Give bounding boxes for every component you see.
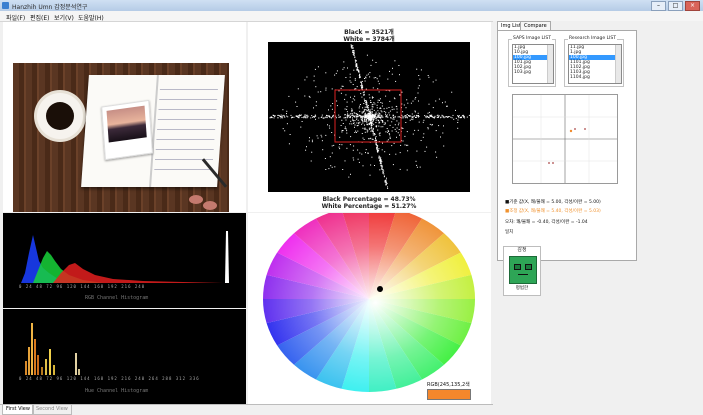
research-image-list[interactable]: 11.jpg 1.jpg 100.jpg 1101.jpg 1102.jpg 1103.j…	[568, 44, 622, 84]
hue-histogram-caption: Hue Channel Histogram	[85, 388, 149, 394]
original-image-pane	[3, 22, 246, 212]
face-mouth	[518, 274, 528, 275]
maximize-button[interactable]: □	[668, 1, 683, 11]
leaf	[203, 201, 217, 210]
emotion-result: 평범한	[515, 286, 529, 291]
face-left-eye	[514, 264, 521, 270]
fft-spectrum	[268, 42, 470, 192]
white-percentage: White Percentage = 51.27%	[321, 203, 417, 210]
saps-image-list[interactable]: 1.jpg 10.jpg 100.jpg 101.jpg 102.jpg 103.jpg	[512, 44, 554, 84]
rgb-histogram-chart	[21, 231, 229, 283]
saps-scrollbar[interactable]	[547, 45, 553, 83]
rgb-histogram-caption: RGB Channel Histogram	[85, 295, 149, 301]
open-notebook	[81, 75, 225, 187]
saps-group-label: SAPS Image LIST	[512, 36, 552, 41]
color-swatch	[427, 389, 471, 400]
ref-point	[548, 162, 550, 164]
adjusted-point	[569, 129, 573, 133]
white-spike	[225, 231, 229, 283]
polaroid-photo	[101, 99, 153, 161]
black-percentage: Black Percentage = 48.73%	[322, 196, 416, 203]
legend-adjusted-value: ■조정 값(X, 쾌/불쾌 = 5.40, 각성/이완 = 5.03)	[505, 209, 601, 214]
close-button[interactable]: ×	[685, 1, 700, 11]
minimize-button[interactable]: –	[651, 1, 666, 11]
face-right-eye	[525, 264, 532, 270]
hue-histogram-pane: 0 24 48 72 96 120 144 168 192 216 240 26…	[3, 309, 246, 404]
fft-pane: Black = 3521개 White = 3784개 Black Percen…	[248, 22, 491, 212]
saps-image-group: SAPS Image LIST 1.jpg 10.jpg 100.jpg 101.jp…	[508, 36, 556, 87]
window-title: Hanzhih Umn 감정분석연구	[12, 4, 88, 11]
selected-color-marker	[377, 286, 383, 292]
menu-view[interactable]: 보기(V)	[54, 13, 74, 22]
coffee-cup	[37, 93, 83, 139]
leaf	[189, 195, 203, 204]
rgb-readout: RGB(245,135,2색	[427, 382, 470, 388]
ref-point	[574, 128, 576, 130]
color-wheel-pane	[248, 213, 491, 404]
ref-point	[552, 162, 554, 164]
source-photo	[13, 63, 229, 212]
hue-bars	[25, 323, 80, 375]
legend-match: 일치	[505, 230, 514, 235]
legend-base-value: ■기준 값(X, 쾌/불쾌 = 5.00, 각성/이완 = 5.00)	[505, 200, 601, 205]
hue-axis-ticks: 0 24 48 72 96 120 144 168 192 216 240 26…	[19, 376, 200, 381]
view-tab-strip: First View Second View	[0, 404, 493, 415]
menu-file[interactable]: 파일(F)	[6, 13, 25, 22]
research-scrollbar[interactable]	[615, 45, 621, 83]
menu-edit[interactable]: 편집(E)	[30, 13, 50, 22]
red-channel	[53, 263, 223, 283]
emotion-box: 감정 평범한	[503, 246, 541, 296]
right-panel: Img List Compare SAPS Image LIST 1.jpg 10…	[493, 21, 703, 414]
rgb-histogram-pane: 0 24 48 72 96 120 144 168 192 216 240 RG…	[3, 213, 246, 308]
neutral-face-icon	[509, 256, 537, 284]
img-list-tab-body: SAPS Image LIST 1.jpg 10.jpg 100.jpg 101.jp…	[497, 30, 637, 261]
research-image-group: Research Image LIST 11.jpg 1.jpg 100.jpg 11…	[564, 36, 624, 87]
research-group-label: Research Image LIST	[568, 36, 618, 41]
research-list-item[interactable]: 1104.jpg	[569, 75, 621, 80]
color-wheel	[262, 213, 475, 392]
legend-error: 오차: 쾌/불쾌 = -0.40, 각성/이완 = -1.04	[505, 220, 588, 225]
rgb-axis-ticks: 0 24 48 72 96 120 144 168 192 216 240	[19, 284, 146, 289]
window-controls: – □ ×	[651, 1, 700, 11]
emotion-plane-svg	[513, 95, 617, 183]
ref-point	[584, 128, 586, 130]
app-icon	[2, 2, 9, 9]
color-wheel-slices	[262, 213, 475, 392]
menu-help[interactable]: 도움말(H)	[78, 13, 104, 22]
emotion-label: 감정	[517, 247, 527, 253]
emotion-plane-plot	[512, 94, 618, 184]
